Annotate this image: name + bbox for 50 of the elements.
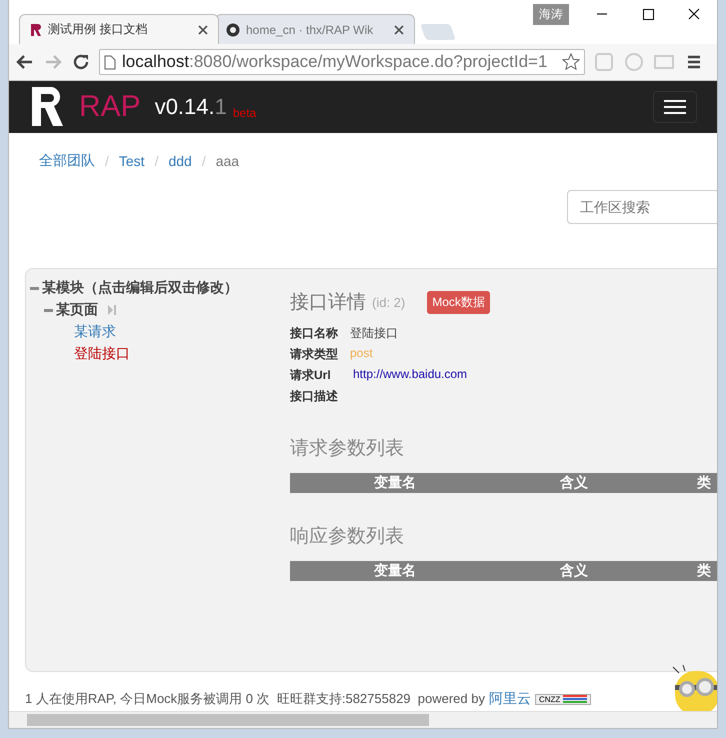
- close-icon[interactable]: [394, 24, 404, 34]
- browser-tab[interactable]: home_cn · thx/RAP Wik: [215, 14, 415, 44]
- tree-node[interactable]: 某模块（点击编辑后双击修改）: [30, 277, 290, 299]
- id-label: (id: 2): [372, 294, 406, 310]
- scrollbar[interactable]: [9, 711, 717, 728]
- tab-title: 测试用例 接口文档: [48, 21, 148, 38]
- breadcrumb-separator: /: [154, 153, 158, 169]
- breadcrumb-item: aaa: [216, 153, 240, 169]
- page-icon: [104, 54, 116, 70]
- table-header: 变量名 含义 类: [290, 561, 717, 581]
- field-label: 接口描述: [290, 388, 339, 405]
- footer-text: 1 人在使用RAP, 今日Mock服务被调用 0 次 旺旺群支持:582755829 powered by: [25, 690, 485, 708]
- beta-label: beta: [232, 106, 256, 120]
- tree-item[interactable]: 登陆接口: [74, 343, 290, 365]
- breadcrumb-separator: /: [105, 153, 109, 169]
- breadcrumb-item[interactable]: ddd: [168, 153, 192, 169]
- tree-node[interactable]: 某页面: [44, 299, 290, 321]
- logo-icon: [29, 85, 65, 129]
- tab-title: home_cn · thx/RAP Wik: [246, 22, 374, 36]
- section-title: 响应参数列表: [290, 525, 405, 549]
- field-label: 接口名称: [290, 325, 339, 342]
- field-label: 请求类型: [290, 346, 339, 363]
- breadcrumb-separator: /: [202, 153, 206, 169]
- field-value: post: [350, 346, 374, 362]
- logo-icon: [30, 22, 42, 36]
- section-title: 接口详情: [290, 291, 366, 315]
- table-header: 变量名 含义 类: [290, 473, 717, 493]
- reload-icon[interactable]: [71, 52, 91, 72]
- close-icon[interactable]: [198, 24, 208, 34]
- browser-tab[interactable]: 测试用例 接口文档: [19, 14, 219, 44]
- stats-badge[interactable]: CNZZ: [534, 694, 592, 704]
- brand-title: RAP: [79, 90, 141, 124]
- address-bar[interactable]: localhost:8080/workspace/myWorkspace.do?projectId=1: [99, 49, 585, 75]
- profile-badge[interactable]: 海涛: [533, 4, 569, 25]
- tree-item[interactable]: 某请求: [74, 321, 290, 343]
- field-label: 请求Url: [290, 367, 332, 384]
- collapse-icon[interactable]: [30, 286, 39, 290]
- breadcrumb-item[interactable]: 全部团队: [39, 152, 95, 170]
- collapse-icon[interactable]: [44, 308, 53, 312]
- star-icon[interactable]: [562, 53, 580, 71]
- mock-button[interactable]: Mock数据: [427, 290, 490, 314]
- section-title: 请求参数列表: [290, 437, 405, 461]
- footer-link[interactable]: 阿里云: [488, 690, 531, 708]
- breadcrumb-item[interactable]: Test: [118, 153, 145, 169]
- version-label: v0.14.1: [154, 94, 227, 120]
- menu-button[interactable]: [653, 91, 697, 123]
- skip-icon[interactable]: [107, 304, 117, 316]
- url-link[interactable]: http://www.baidu.com: [350, 367, 717, 384]
- field-value: 登陆接口: [350, 325, 399, 342]
- search-field[interactable]: 工作区搜索: [567, 190, 717, 224]
